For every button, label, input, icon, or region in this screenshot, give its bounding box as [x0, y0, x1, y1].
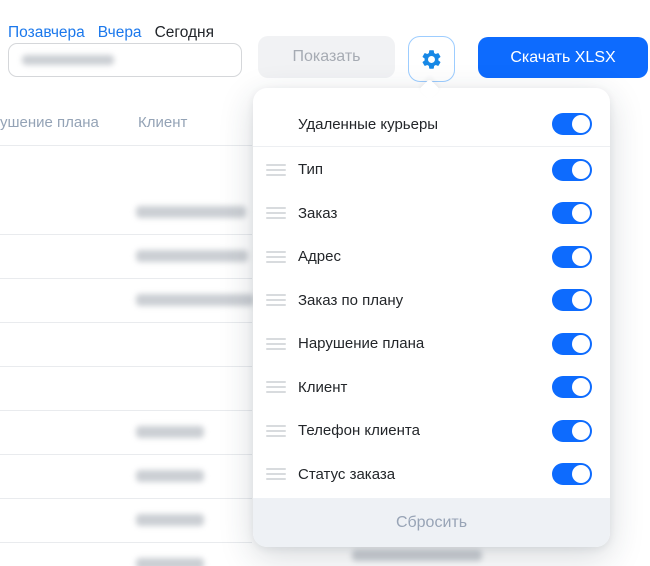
drag-handle-icon[interactable] [266, 294, 286, 306]
popover-item-order-status: Статус заказа [253, 453, 610, 497]
table-header-plan-violation: ушение плана [0, 114, 99, 131]
toggle-switch[interactable] [552, 376, 592, 398]
drag-handle-icon[interactable] [266, 425, 286, 437]
app-window: Позавчера Вчера Сегодня Показать Скачать… [0, 0, 650, 566]
table-row [0, 190, 252, 235]
popover-item-order-by-plan: Заказ по плану [253, 279, 610, 323]
popover-item-deleted-couriers: Удаленные курьеры [253, 88, 610, 147]
redacted-client-cell [136, 206, 246, 218]
toggle-switch[interactable] [552, 463, 592, 485]
redacted-client-cell [136, 426, 204, 438]
toggle-switch[interactable] [552, 113, 592, 135]
popover-item-label: Телефон клиента [298, 422, 420, 439]
download-xlsx-button[interactable]: Скачать XLSX [478, 37, 648, 78]
redacted-client-cell [136, 294, 254, 306]
toggle-switch[interactable] [552, 202, 592, 224]
column-settings-popover: Удаленные курьеры Тип Заказ Адрес Зака [253, 88, 610, 547]
drag-handle-icon[interactable] [266, 381, 286, 393]
redacted-client-cell [136, 514, 204, 526]
link-yesterday[interactable]: Вчера [98, 24, 142, 42]
popover-item-order: Заказ [253, 192, 610, 236]
column-settings-button[interactable] [408, 36, 455, 82]
toggle-switch[interactable] [552, 420, 592, 442]
table-row [0, 454, 252, 499]
redacted-phone-cell [352, 550, 482, 561]
table-row [0, 542, 252, 566]
toggle-switch[interactable] [552, 289, 592, 311]
link-day-before-yesterday[interactable]: Позавчера [8, 24, 85, 42]
table-row [0, 234, 252, 279]
popover-item-label: Клиент [298, 379, 347, 396]
redacted-date-value [22, 55, 114, 65]
reset-button[interactable]: Сбросить [253, 498, 610, 547]
drag-handle-icon[interactable] [266, 338, 286, 350]
gear-icon [420, 48, 443, 71]
popover-item-label: Нарушение плана [298, 335, 424, 352]
table-row [0, 146, 252, 190]
table-row [0, 278, 252, 323]
popover-item-plan-violation: Нарушение плана [253, 322, 610, 366]
link-today[interactable]: Сегодня [155, 24, 214, 42]
popover-item-type: Тип [253, 148, 610, 192]
redacted-client-cell [136, 250, 248, 262]
redacted-client-cell [136, 558, 204, 566]
popover-item-label: Удаленные курьеры [298, 116, 438, 133]
popover-item-client-phone: Телефон клиента [253, 409, 610, 453]
toggle-switch[interactable] [552, 159, 592, 181]
table-header-client: Клиент [138, 114, 187, 131]
popover-item-label: Заказ [298, 205, 337, 222]
toggle-switch[interactable] [552, 333, 592, 355]
table-row [0, 366, 252, 411]
redacted-client-cell [136, 470, 204, 482]
popover-item-label: Тип [298, 161, 323, 178]
popover-column-list: Тип Заказ Адрес Заказ по плану Нарушение [253, 148, 610, 496]
popover-item-label: Адрес [298, 248, 341, 265]
table-row [0, 322, 252, 367]
popover-item-address: Адрес [253, 235, 610, 279]
table-row [0, 498, 252, 543]
drag-handle-icon[interactable] [266, 164, 286, 176]
popover-item-label: Статус заказа [298, 466, 395, 483]
popover-item-label: Заказ по плану [298, 292, 403, 309]
popover-item-client: Клиент [253, 366, 610, 410]
drag-handle-icon[interactable] [266, 207, 286, 219]
date-range-input[interactable] [8, 43, 242, 77]
drag-handle-icon[interactable] [266, 468, 286, 480]
drag-handle-icon[interactable] [266, 251, 286, 263]
toggle-switch[interactable] [552, 246, 592, 268]
table-row [0, 410, 252, 455]
show-button[interactable]: Показать [258, 36, 395, 78]
date-quick-links: Позавчера Вчера Сегодня [8, 24, 214, 42]
